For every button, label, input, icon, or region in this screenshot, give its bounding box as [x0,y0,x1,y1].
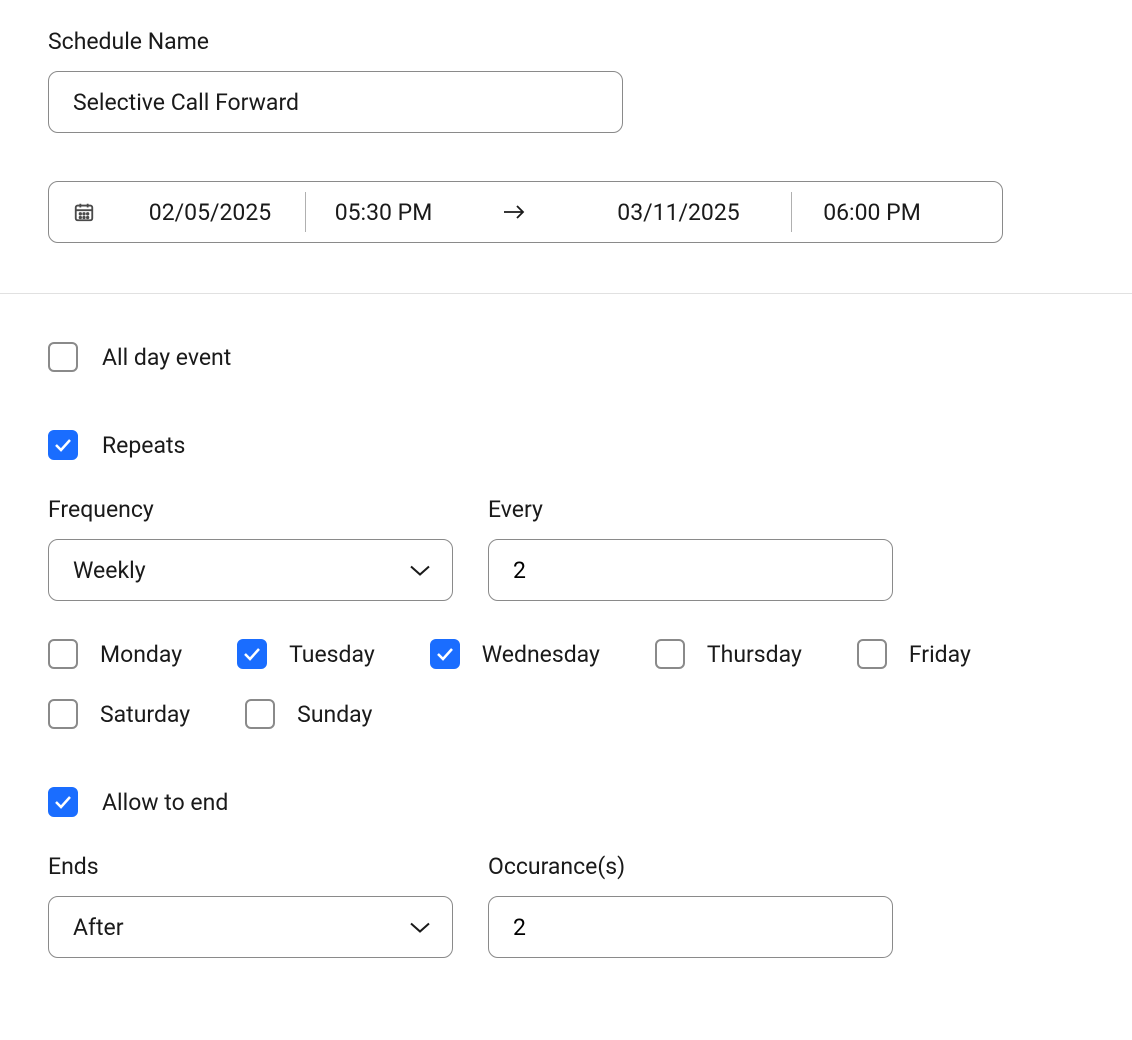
day-label: Sunday [297,701,372,728]
ends-value: After [73,914,124,941]
schedule-name-label: Schedule Name [48,28,1084,55]
repeats-row: Repeats [48,430,1084,460]
day-item: Wednesday [430,639,600,669]
days-group: Monday Tuesday Wednesday Thursday Friday Satu… [48,639,1048,729]
chevron-down-icon [408,914,432,941]
day-checkbox-wednesday[interactable] [430,639,460,669]
ends-label: Ends [48,853,453,880]
day-checkbox-thursday[interactable] [655,639,685,669]
all-day-label: All day event [102,344,231,371]
all-day-row: All day event [48,342,1084,372]
repeats-label: Repeats [102,432,185,459]
day-item: Monday [48,639,182,669]
start-time[interactable]: 05:30 PM [306,192,461,232]
all-day-checkbox[interactable] [48,342,78,372]
day-label: Tuesday [289,641,375,668]
day-label: Monday [100,641,182,668]
day-item: Sunday [245,699,372,729]
start-date[interactable]: 02/05/2025 [115,192,305,232]
day-item: Thursday [655,639,802,669]
every-input[interactable] [488,539,893,601]
day-checkbox-tuesday[interactable] [237,639,267,669]
end-time[interactable]: 06:00 PM [792,192,952,232]
arrow-right-icon [461,204,566,220]
day-checkbox-friday[interactable] [857,639,887,669]
day-checkbox-sunday[interactable] [245,699,275,729]
day-label: Friday [909,641,971,668]
allow-end-checkbox[interactable] [48,787,78,817]
calendar-icon [49,201,115,223]
allow-end-row: Allow to end [48,787,1084,817]
day-item: Tuesday [237,639,375,669]
occurrences-input[interactable] [488,896,893,958]
schedule-name-input[interactable] [48,71,623,133]
frequency-select[interactable]: Weekly [48,539,453,601]
chevron-down-icon [408,557,432,584]
day-item: Friday [857,639,971,669]
day-label: Wednesday [482,641,600,668]
frequency-value: Weekly [73,557,146,584]
every-label: Every [488,496,893,523]
occurrences-label: Occurance(s) [488,853,893,880]
end-date[interactable]: 03/11/2025 [566,192,791,232]
day-checkbox-saturday[interactable] [48,699,78,729]
ends-select[interactable]: After [48,896,453,958]
day-label: Saturday [100,701,190,728]
repeats-checkbox[interactable] [48,430,78,460]
date-range-picker[interactable]: 02/05/2025 05:30 PM 03/11/2025 06:00 PM [48,181,1003,243]
allow-end-label: Allow to end [102,789,228,816]
day-label: Thursday [707,641,802,668]
frequency-label: Frequency [48,496,453,523]
day-item: Saturday [48,699,190,729]
day-checkbox-monday[interactable] [48,639,78,669]
